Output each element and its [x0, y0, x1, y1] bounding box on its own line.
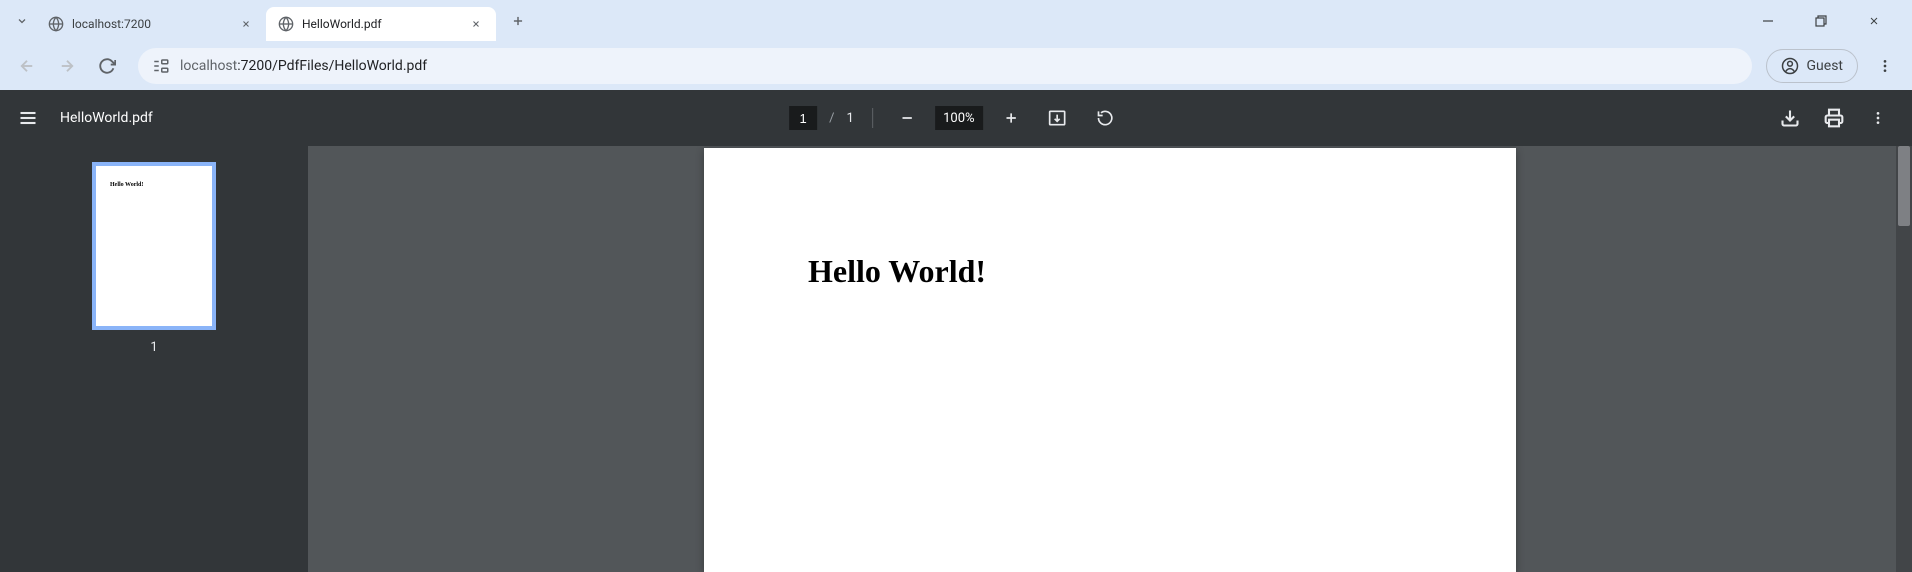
zoom-out-button[interactable] [891, 102, 923, 134]
pdf-menu-button[interactable] [1860, 100, 1896, 136]
address-text: localhost:7200/PdfFiles/HelloWorld.pdf [180, 58, 1738, 74]
tab-inactive[interactable]: localhost:7200 [36, 7, 266, 41]
tab-search-button[interactable] [8, 7, 36, 35]
site-info-icon[interactable] [152, 58, 170, 74]
scrollbar[interactable] [1896, 146, 1912, 572]
thumbnail-number: 1 [150, 340, 157, 355]
close-icon[interactable] [238, 16, 254, 32]
page-number-input[interactable] [789, 106, 817, 130]
browser-menu-button[interactable] [1868, 49, 1902, 83]
zoom-in-button[interactable] [995, 102, 1027, 134]
address-bar[interactable]: localhost:7200/PdfFiles/HelloWorld.pdf [138, 48, 1752, 84]
tab-bar: localhost:7200 HelloWorld.pdf [0, 0, 1912, 41]
download-button[interactable] [1772, 100, 1808, 136]
tab-title: HelloWorld.pdf [302, 17, 460, 31]
thumbnail-page-1[interactable]: Hello World! [92, 162, 216, 330]
thumbnail-panel: Hello World! 1 [0, 146, 308, 572]
thumbnail-text: Hello World! [110, 182, 143, 188]
profile-button[interactable]: Guest [1766, 49, 1858, 83]
fit-page-button[interactable] [1039, 100, 1075, 136]
pdf-toolbar: HelloWorld.pdf / 1 100% [0, 90, 1912, 146]
pdf-page: Hello World! [704, 148, 1516, 572]
tab-active[interactable]: HelloWorld.pdf [266, 7, 496, 41]
print-button[interactable] [1816, 100, 1852, 136]
forward-button[interactable] [50, 49, 84, 83]
sidebar-toggle-button[interactable] [16, 106, 40, 130]
minimize-button[interactable] [1745, 6, 1790, 36]
page-area[interactable]: Hello World! [308, 146, 1912, 572]
page-total: 1 [847, 111, 854, 126]
globe-icon [48, 16, 64, 32]
reload-button[interactable] [90, 49, 124, 83]
new-tab-button[interactable] [504, 7, 532, 35]
user-icon [1781, 57, 1799, 75]
window-controls [1745, 6, 1904, 36]
page-text: Hello World! [808, 253, 986, 290]
divider [872, 108, 873, 128]
rotate-button[interactable] [1087, 100, 1123, 136]
page-separator: / [829, 111, 834, 126]
maximize-button[interactable] [1798, 6, 1843, 36]
pdf-filename: HelloWorld.pdf [60, 110, 153, 126]
back-button[interactable] [10, 49, 44, 83]
profile-label: Guest [1807, 58, 1843, 74]
close-window-button[interactable] [1851, 6, 1896, 36]
globe-icon [278, 16, 294, 32]
close-icon[interactable] [468, 16, 484, 32]
tab-title: localhost:7200 [72, 17, 230, 31]
scrollbar-thumb[interactable] [1898, 146, 1910, 226]
address-bar-row: localhost:7200/PdfFiles/HelloWorld.pdf G… [0, 41, 1912, 90]
zoom-level[interactable]: 100% [935, 106, 983, 130]
pdf-viewer: HelloWorld.pdf / 1 100% [0, 90, 1912, 572]
